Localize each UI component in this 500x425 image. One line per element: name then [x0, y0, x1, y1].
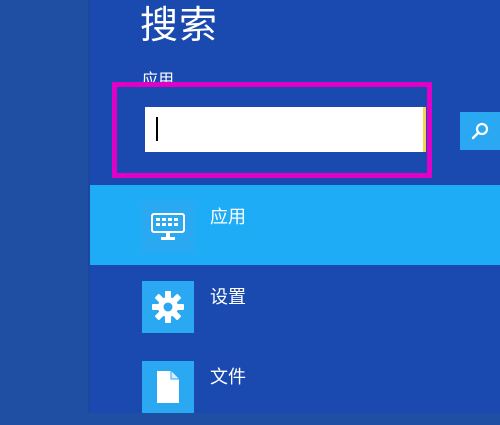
result-label-apps: 应用	[210, 207, 246, 228]
text-caret	[156, 117, 158, 141]
search-input[interactable]	[145, 107, 426, 152]
search-button[interactable]	[460, 112, 500, 150]
gear-icon	[152, 291, 184, 323]
search-icon	[471, 122, 489, 140]
search-title: 搜索	[140, 3, 219, 47]
result-row-files[interactable]: 文件	[90, 345, 500, 425]
left-background-strip	[0, 0, 90, 413]
result-label-settings: 设置	[210, 287, 246, 308]
result-row-apps[interactable]: 应用	[90, 185, 500, 265]
document-icon	[157, 371, 179, 403]
files-tile	[142, 361, 194, 413]
result-label-files: 文件	[210, 367, 246, 388]
result-row-settings[interactable]: 设置	[90, 265, 500, 345]
keyboard-icon	[151, 213, 185, 240]
apps-tile	[142, 201, 194, 253]
settings-tile	[142, 281, 194, 333]
